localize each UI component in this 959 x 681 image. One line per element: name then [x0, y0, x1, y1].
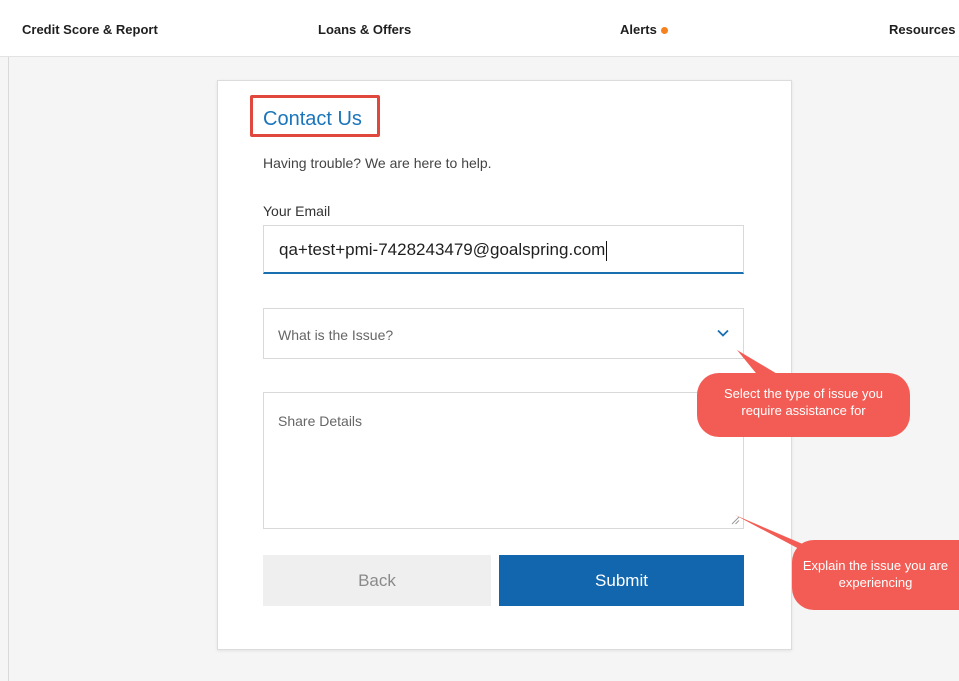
page-title: Contact Us: [263, 108, 362, 130]
resize-grip-icon[interactable]: [731, 516, 740, 525]
alert-indicator-dot: [661, 27, 668, 34]
details-textarea[interactable]: Share Details: [263, 392, 744, 529]
email-label: Your Email: [263, 203, 331, 219]
left-frame-border: [8, 57, 9, 681]
chevron-down-icon: [717, 329, 729, 337]
form-subtitle: Having trouble? We are here to help.: [263, 155, 492, 171]
nav-resources[interactable]: Resources: [889, 22, 955, 38]
nav-credit-score-report[interactable]: Credit Score & Report: [22, 22, 158, 38]
top-navigation: Credit Score & Report Loans & Offers Ale…: [0, 0, 959, 57]
nav-alerts[interactable]: Alerts: [620, 22, 657, 38]
text-cursor: [606, 240, 608, 261]
nav-loans-offers[interactable]: Loans & Offers: [318, 22, 411, 38]
email-field[interactable]: qa+test+pmi-7428243479@goalspring.com: [263, 225, 744, 274]
issue-callout: Select the type of issue you require ass…: [697, 373, 910, 437]
submit-button[interactable]: Submit: [499, 555, 744, 606]
details-callout: Explain the issue you are experiencing: [792, 540, 959, 610]
issue-placeholder: What is the Issue?: [278, 327, 394, 343]
email-value: qa+test+pmi-7428243479@goalspring.com: [279, 240, 606, 259]
details-placeholder: Share Details: [278, 413, 363, 429]
back-button[interactable]: Back: [263, 555, 491, 606]
issue-select[interactable]: What is the Issue?: [263, 308, 744, 359]
